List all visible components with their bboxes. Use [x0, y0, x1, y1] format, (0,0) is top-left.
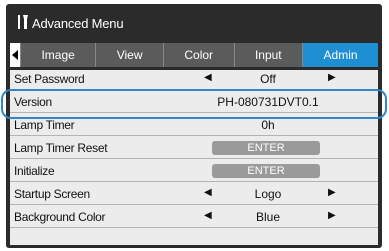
row-initialize: Initialize ENTER — [10, 162, 378, 182]
row-lamp-timer: Lamp Timer 0h — [10, 116, 378, 136]
arrow-right-icon[interactable]: ▶ — [328, 187, 336, 198]
row-startup-screen[interactable]: Startup Screen ◀ Logo ▶ — [10, 185, 378, 205]
row-version: Version PH-080731DVT0.1 — [10, 93, 378, 113]
row-value: PH-080731DVT0.1 — [217, 95, 319, 109]
tab-scroll-left[interactable] — [10, 43, 20, 67]
settings-list: Set Password ◀ Off ▶ Version PH-080731DV… — [10, 70, 378, 245]
row-label: Lamp Timer — [14, 118, 75, 132]
row-label: Version — [14, 95, 52, 109]
caret-left-icon — [12, 50, 18, 60]
row-background-color[interactable]: Background Color ◀ Blue ▶ — [10, 208, 378, 228]
arrow-right-icon[interactable]: ▶ — [328, 210, 336, 221]
tab-bar: Image View Color Input Admin — [10, 43, 379, 67]
row-label: Set Password — [14, 72, 85, 86]
advanced-menu-panel: Advanced Menu Image View Color Input Adm… — [6, 4, 382, 248]
row-value: Blue — [255, 210, 281, 224]
row-lamp-timer-reset: Lamp Timer Reset ENTER — [10, 139, 378, 159]
row-value: Off — [260, 72, 276, 86]
tab-color[interactable]: Color — [162, 43, 234, 67]
enter-button[interactable]: ENTER — [212, 164, 320, 178]
tab-admin[interactable]: Admin — [302, 43, 379, 67]
tab-input[interactable]: Input — [233, 43, 303, 67]
row-value: Logo — [254, 187, 282, 201]
tab-image[interactable]: Image — [20, 43, 95, 67]
row-label: Initialize — [14, 164, 55, 178]
row-label: Startup Screen — [14, 187, 90, 201]
arrow-right-icon[interactable]: ▶ — [328, 72, 336, 83]
tab-view[interactable]: View — [95, 43, 163, 67]
menu-title: Advanced Menu — [32, 16, 124, 31]
menu-titlebar: Advanced Menu — [6, 4, 382, 40]
row-label: Background Color — [14, 210, 106, 224]
row-value: 0h — [261, 118, 275, 132]
row-set-password[interactable]: Set Password ◀ Off ▶ — [10, 70, 378, 90]
row-label: Lamp Timer Reset — [14, 141, 108, 155]
enter-button[interactable]: ENTER — [212, 141, 320, 155]
wrench-screwdriver-icon — [18, 15, 28, 29]
